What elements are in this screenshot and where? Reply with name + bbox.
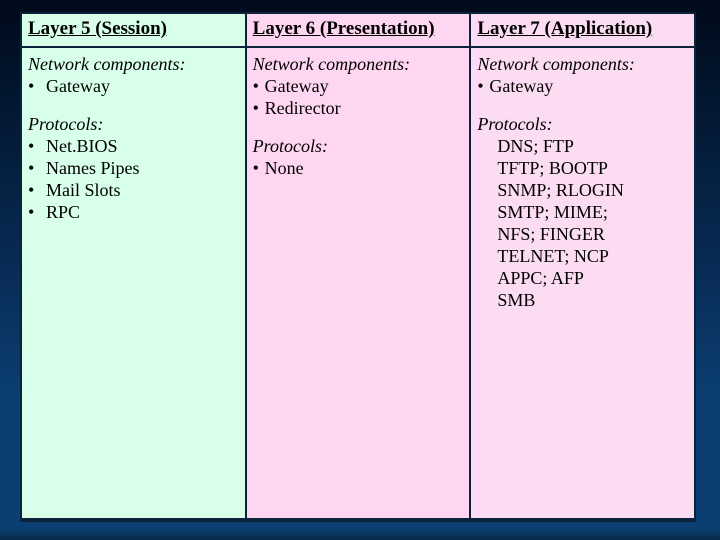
list-item: NFS; FINGER: [477, 224, 688, 245]
spacer: [477, 98, 688, 112]
bullet-icon: •: [477, 76, 489, 97]
list-item: • RPC: [28, 202, 239, 223]
footer-shadow: [0, 528, 720, 540]
col-presentation-header: Layer 6 (Presentation): [247, 14, 470, 48]
list-item: • Gateway: [253, 76, 464, 97]
list-item: DNS; FTP: [477, 136, 688, 157]
protocol-text: APPC; AFP: [477, 268, 584, 289]
bullet-icon: •: [253, 158, 265, 179]
bullet-icon: •: [28, 136, 46, 157]
protocol-text: Mail Slots: [46, 180, 121, 201]
list-item: SMTP; MIME;: [477, 202, 688, 223]
protocol-text: NFS; FINGER: [477, 224, 605, 245]
col-presentation-components-label: Network components:: [253, 54, 464, 75]
bullet-icon: •: [28, 180, 46, 201]
protocol-text: TELNET; NCP: [477, 246, 609, 267]
col-session-components-label: Network components:: [28, 54, 239, 75]
list-item: TFTP; BOOTP: [477, 158, 688, 179]
col-application: Layer 7 (Application) Network components…: [471, 14, 696, 518]
protocol-text: Names Pipes: [46, 158, 140, 179]
component-text: Gateway: [489, 76, 553, 97]
list-item: • Net.BIOS: [28, 136, 239, 157]
protocol-text: RPC: [46, 202, 80, 223]
protocol-text: DNS; FTP: [477, 136, 574, 157]
col-presentation: Layer 6 (Presentation) Network component…: [247, 14, 472, 518]
bullet-icon: •: [253, 98, 265, 119]
list-item: TELNET; NCP: [477, 246, 688, 267]
bullet-icon: •: [28, 158, 46, 179]
col-application-body: Network components: • Gateway Protocols:…: [471, 48, 694, 316]
component-text: Redirector: [265, 98, 341, 119]
component-text: Gateway: [265, 76, 329, 97]
list-item: • Redirector: [253, 98, 464, 119]
list-item: SMB: [477, 290, 688, 311]
col-session-header: Layer 5 (Session): [22, 14, 245, 48]
list-item: • Gateway: [477, 76, 688, 97]
col-session-body: Network components: • Gateway Protocols:…: [22, 48, 245, 228]
col-application-protocols-label: Protocols:: [477, 114, 688, 135]
spacer: [28, 98, 239, 112]
col-session: Layer 5 (Session) Network components: • …: [20, 14, 247, 518]
protocol-text: Net.BIOS: [46, 136, 118, 157]
list-item: SNMP; RLOGIN: [477, 180, 688, 201]
protocol-text: TFTP; BOOTP: [477, 158, 608, 179]
protocol-text: SMB: [477, 290, 535, 311]
bullet-icon: •: [28, 76, 46, 97]
col-presentation-body: Network components: • Gateway • Redirect…: [247, 48, 470, 184]
bullet-icon: •: [28, 202, 46, 223]
list-item: • Gateway: [28, 76, 239, 97]
col-application-header: Layer 7 (Application): [471, 14, 694, 48]
list-item: APPC; AFP: [477, 268, 688, 289]
protocol-text: None: [265, 158, 304, 179]
layers-table: Layer 5 (Session) Network components: • …: [20, 12, 696, 522]
protocol-text: SNMP; RLOGIN: [477, 180, 624, 201]
col-application-components-label: Network components:: [477, 54, 688, 75]
col-presentation-protocols-label: Protocols:: [253, 136, 464, 157]
component-text: Gateway: [46, 76, 110, 97]
list-item: • None: [253, 158, 464, 179]
bullet-icon: •: [253, 76, 265, 97]
spacer: [253, 120, 464, 134]
list-item: • Mail Slots: [28, 180, 239, 201]
col-session-protocols-label: Protocols:: [28, 114, 239, 135]
list-item: • Names Pipes: [28, 158, 239, 179]
protocol-text: SMTP; MIME;: [477, 202, 608, 223]
slide-stage: Layer 5 (Session) Network components: • …: [0, 0, 720, 540]
